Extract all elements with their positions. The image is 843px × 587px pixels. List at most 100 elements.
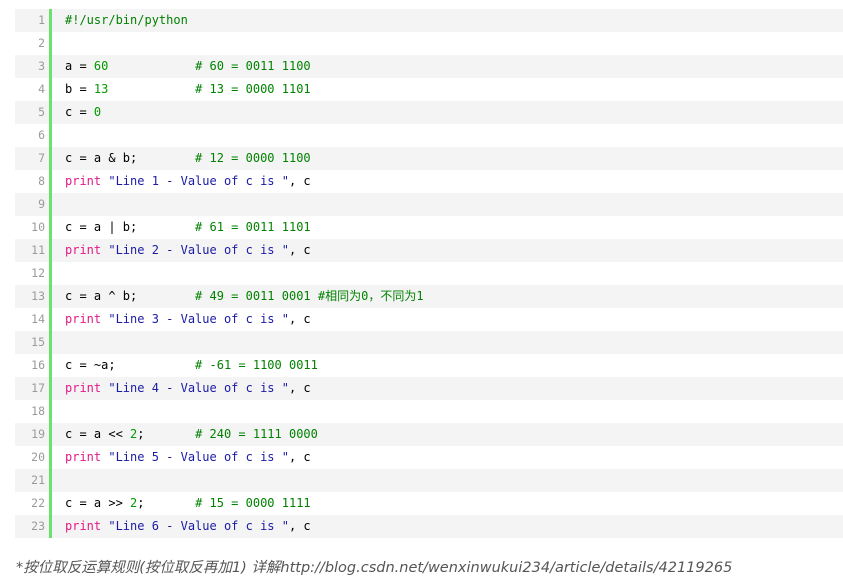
code-token: "Line 1 - Value of c is " [108,174,289,188]
code-line: 17 print "Line 4 - Value of c is ", c [15,377,843,400]
code-token: print [65,450,102,464]
line-number: 15 [31,335,45,349]
code-token: "Line 6 - Value of c is " [108,519,289,533]
line-number: 1 [38,13,45,27]
code-token: b = [65,82,94,96]
code-line: 20 print "Line 5 - Value of c is ", c [15,446,843,469]
code-token: , c [288,312,311,326]
code-token: # 61 = 0011 1101 [195,220,311,234]
code-text: c = 0 [52,101,843,124]
line-number: 18 [31,404,45,418]
code-text: b = 13 # 13 = 0000 1101 [52,78,843,101]
line-number: 9 [38,197,45,211]
line-number: 12 [31,266,45,280]
code-line: 18 [15,400,843,423]
code-token: # 240 = 1111 0000 [195,427,318,441]
line-number: 11 [31,243,45,257]
code-token: print [65,243,102,257]
code-line: 1 #!/usr/bin/python [15,9,843,32]
line-number: 6 [38,128,45,142]
code-token: 0 [93,105,102,119]
code-token: # 15 = 0000 1111 [195,496,311,510]
code-text: print "Line 5 - Value of c is ", c [52,446,843,469]
code-token: print [65,312,102,326]
code-line: 9 [15,193,843,216]
line-number: 17 [31,381,45,395]
code-token: c = ~a; [65,358,196,372]
code-line: 19 c = a << 2; # 240 = 1111 0000 [15,423,843,446]
code-line: 14 print "Line 3 - Value of c is ", c [15,308,843,331]
line-number: 16 [31,358,45,372]
code-line: 4 b = 13 # 13 = 0000 1101 [15,78,843,101]
line-number: 21 [31,473,45,487]
code-token: , c [288,381,311,395]
code-line: 3 a = 60 # 60 = 0011 1100 [15,55,843,78]
code-token: # 13 = 0000 1101 [195,82,311,96]
line-number: 10 [31,220,45,234]
code-token: , c [288,243,311,257]
code-text: c = a ^ b; # 49 = 0011 0001 #相同为0，不同为1 [52,285,843,308]
line-number: 4 [38,82,45,96]
code-text: #!/usr/bin/python [52,9,843,32]
code-text: a = 60 # 60 = 0011 1100 [52,55,843,78]
code-token: , c [288,174,311,188]
code-token: print [65,519,102,533]
code-token: "Line 5 - Value of c is " [108,450,289,464]
code-line: 22 c = a >> 2; # 15 = 0000 1111 [15,492,843,515]
code-line: 11 print "Line 2 - Value of c is ", c [15,239,843,262]
code-token: "Line 2 - Value of c is " [108,243,289,257]
code-block: 1 #!/usr/bin/python 2 3 a = 60 # 60 = 0011 1… [15,9,843,538]
code-token: c = a << [65,427,131,441]
line-number: 22 [31,496,45,510]
code-token: c = a ^ b; [65,289,196,303]
line-number: 19 [31,427,45,441]
code-line: 6 [15,124,843,147]
code-token: "Line 3 - Value of c is " [108,312,289,326]
line-number: 5 [38,105,45,119]
code-token: ; [137,496,196,510]
code-token: print [65,174,102,188]
code-token: c = a & b; [65,151,196,165]
caption: *按位取反运算规则(按位取反再加1) 详解http://blog.csdn.ne… [16,556,732,577]
code-token: 60 [93,59,109,73]
code-text: c = a >> 2; # 15 = 0000 1111 [52,492,843,515]
code-token: # 12 = 0000 1100 [195,151,311,165]
code-text: print "Line 1 - Value of c is ", c [52,170,843,193]
code-line: 10 c = a | b; # 61 = 0011 1101 [15,216,843,239]
code-token: 13 [93,82,109,96]
code-token: "Line 4 - Value of c is " [108,381,289,395]
code-line: 2 [15,32,843,55]
code-text: c = a & b; # 12 = 0000 1100 [52,147,843,170]
line-number: 2 [38,36,45,50]
code-line: 13 c = a ^ b; # 49 = 0011 0001 #相同为0，不同为1 [15,285,843,308]
code-line: 7 c = a & b; # 12 = 0000 1100 [15,147,843,170]
code-token: # 49 = 0011 0001 #相同为0，不同为1 [195,289,424,303]
line-number: 13 [31,289,45,303]
code-text: print "Line 4 - Value of c is ", c [52,377,843,400]
code-text: c = a | b; # 61 = 0011 1101 [52,216,843,239]
code-line: 23 print "Line 6 - Value of c is ", c [15,515,843,538]
code-token: , c [288,519,311,533]
line-number: 7 [38,151,45,165]
code-token: # -61 = 1100 0011 [195,358,318,372]
code-token: c = [65,105,94,119]
code-token: ; [137,427,196,441]
code-line: 15 [15,331,843,354]
code-token: c = a >> [65,496,131,510]
code-line: 12 [15,262,843,285]
code-text: c = a << 2; # 240 = 1111 0000 [52,423,843,446]
code-text: print "Line 6 - Value of c is ", c [52,515,843,538]
line-number: 8 [38,174,45,188]
code-token: # 60 = 0011 1100 [195,59,311,73]
code-token: , c [288,450,311,464]
code-token: print [65,381,102,395]
line-number: 14 [31,312,45,326]
code-line: 21 [15,469,843,492]
